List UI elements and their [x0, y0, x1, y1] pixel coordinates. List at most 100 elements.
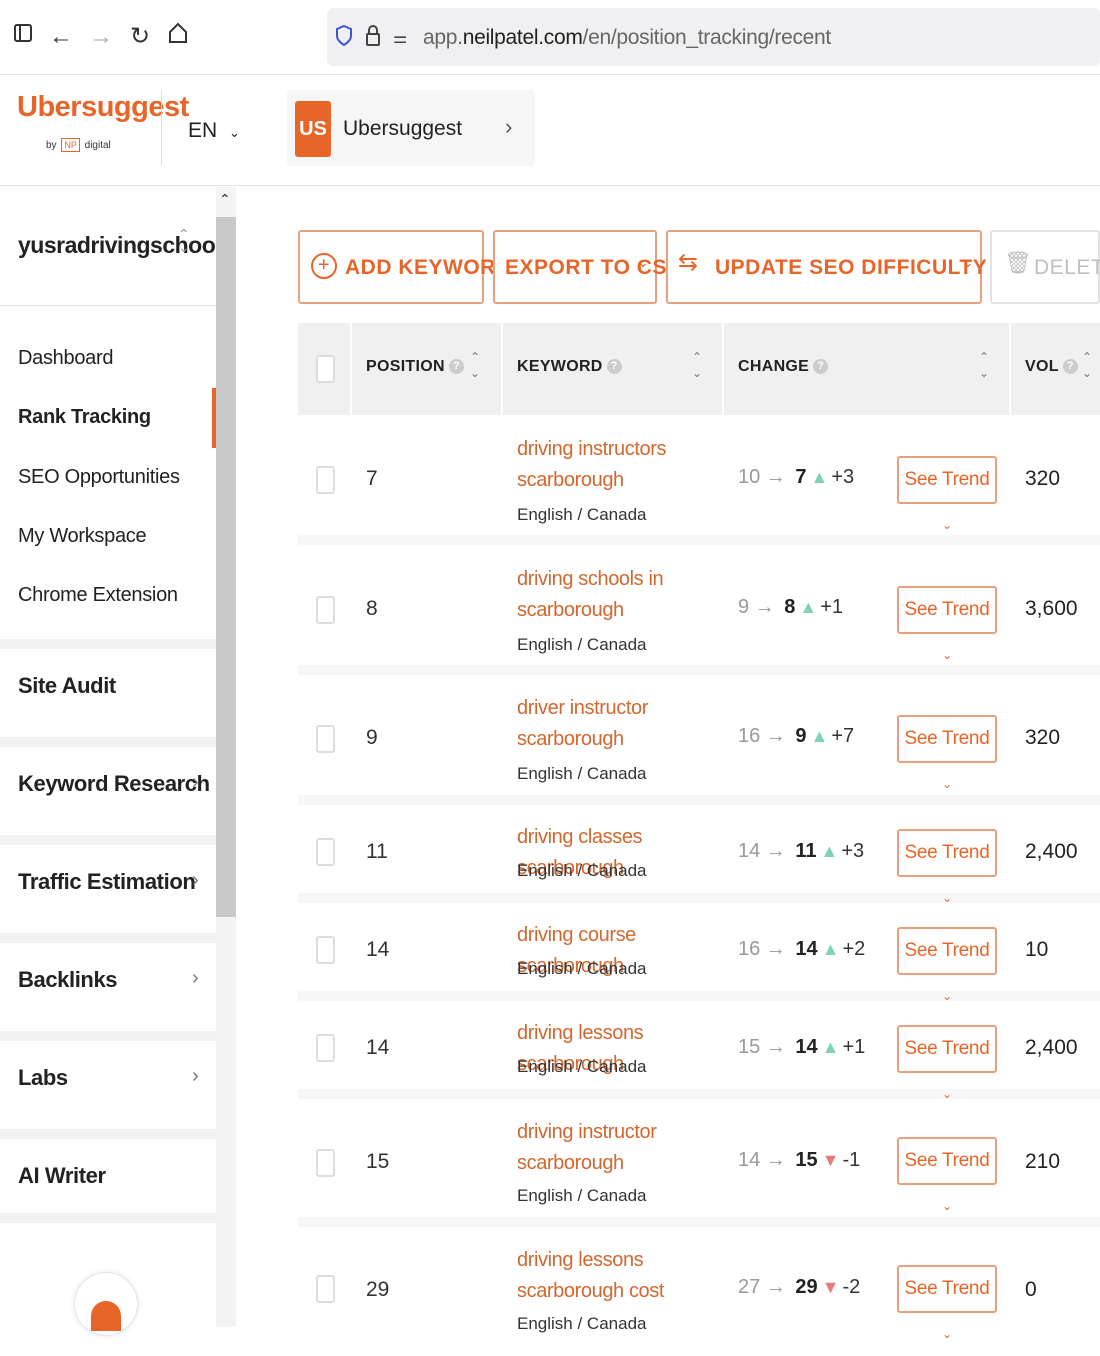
sidebar-section-site-audit[interactable]: Site Audit [0, 639, 216, 723]
sort-icon[interactable]: ⌃ ⌄ [470, 349, 480, 381]
rank-change: 10 → 7 ▲ +3 [738, 466, 855, 488]
see-trend-button[interactable]: See Trend ⌄ [897, 1137, 997, 1213]
keyword-link[interactable]: driver instructor scarborough [517, 693, 717, 755]
sort-icon[interactable]: ⌃ ⌄ [692, 349, 702, 381]
up-arrow-icon: ▲ [810, 726, 829, 746]
position-value: 14 [366, 1036, 390, 1059]
keyword-location: English / Canada [517, 959, 647, 978]
row-checkbox[interactable] [316, 1275, 335, 1303]
keyword-link[interactable]: driving schools in scarborough [517, 564, 717, 626]
row-checkbox[interactable] [316, 838, 335, 866]
sidebar-item-seo-opportunities[interactable]: SEO Opportunities [18, 466, 180, 489]
sidebar-item-dashboard[interactable]: Dashboard [18, 347, 113, 370]
sidebar-item-chrome-extension[interactable]: Chrome Extension [18, 584, 178, 607]
keyword-link[interactable]: driving lessons scarborough cost [517, 1245, 747, 1307]
forward-arrow-icon[interactable]: → [86, 22, 116, 52]
position-value: 14 [366, 938, 390, 961]
volume-value: 0 [1025, 1278, 1037, 1301]
sidebar-section-ai-writer[interactable]: AI Writer [0, 1129, 216, 1223]
scrollbar-thumb[interactable] [216, 217, 236, 917]
sidebar-section-backlinks[interactable]: Backlinks › [0, 933, 216, 1017]
help-icon[interactable]: ? [813, 359, 829, 375]
chevron-down-icon: ⌄ [637, 254, 650, 270]
site-settings-icon[interactable]: ⚌ [393, 28, 407, 48]
sidebar-section-keyword-research[interactable]: Keyword Research › [0, 737, 216, 821]
row-checkbox[interactable] [316, 936, 335, 964]
select-all-checkbox[interactable] [316, 355, 335, 383]
column-divider [722, 323, 724, 415]
table-row: 29 driving lessons scarborough cost Engl… [298, 1227, 1100, 1341]
keyword-location: English / Canada [517, 505, 647, 524]
keyword-location: English / Canada [517, 1314, 647, 1333]
see-trend-button[interactable]: See Trend ⌄ [897, 586, 997, 662]
volume-value: 10 [1025, 938, 1049, 961]
project-selector[interactable]: US Ubersuggest › [287, 90, 535, 166]
row-checkbox[interactable] [316, 1034, 335, 1062]
back-arrow-icon[interactable]: ← [46, 22, 76, 52]
sort-icon[interactable]: ⌃ ⌄ [979, 349, 989, 381]
chevron-down-icon: ⌄ [962, 254, 975, 270]
table-row: 15 driving instructor scarborough Englis… [298, 1099, 1100, 1227]
language-selector[interactable]: EN ⌄ [188, 119, 240, 143]
see-trend-button[interactable]: See Trend ⌄ [897, 456, 997, 532]
row-checkbox[interactable] [316, 466, 335, 494]
up-arrow-icon: ▲ [810, 467, 829, 487]
table-row: 14 driving lessons scarborough English /… [298, 1001, 1100, 1101]
sidebar-section-labs[interactable]: Labs › [0, 1031, 216, 1115]
home-icon[interactable] [163, 22, 193, 52]
sidebar-item-my-workspace[interactable]: My Workspace [18, 525, 147, 548]
row-checkbox[interactable] [316, 1149, 335, 1177]
url-text: app.neilpatel.com/en/position_tracking/r… [423, 26, 831, 49]
address-bar[interactable]: ⚌ app.neilpatel.com/en/position_tracking… [327, 8, 1100, 66]
browser-toolbar: ← → ↻ ⚌ app.neilpatel.com/en/position_tr… [0, 0, 1100, 75]
export-csv-button[interactable]: EXPORT TO CSV ⌄ [493, 230, 681, 304]
chevron-down-icon: ⌄ [942, 1327, 952, 1341]
see-trend-button[interactable]: See Trend ⌄ [897, 927, 997, 1003]
chevron-down-icon: ⌄ [942, 518, 952, 532]
chevron-down-icon: ⌄ [942, 1199, 952, 1213]
column-header-change[interactable]: CHANGE? [738, 358, 829, 376]
down-arrow-icon: ▼ [821, 1150, 840, 1170]
sidebar-toggle-icon[interactable] [8, 22, 38, 52]
column-header-position[interactable]: POSITION? [366, 358, 464, 376]
keyword-link[interactable]: driving instructor scarborough [517, 1117, 717, 1179]
scroll-up-icon[interactable]: ⌃ [219, 191, 231, 208]
reload-icon[interactable]: ↻ [125, 22, 155, 52]
help-button[interactable] [74, 1272, 138, 1336]
help-icon[interactable]: ? [448, 359, 464, 375]
np-digital-logo: by NP digital [46, 138, 111, 152]
domain-sort-icon[interactable]: ⌃ ⌄ [178, 227, 190, 254]
row-checkbox[interactable] [316, 596, 335, 624]
column-header-keyword[interactable]: KEYWORD? [517, 358, 622, 376]
see-trend-button[interactable]: See Trend ⌄ [897, 1025, 997, 1101]
chevron-right-icon: › [505, 114, 513, 139]
up-arrow-icon: ▲ [821, 1037, 840, 1057]
column-header-volume[interactable]: VOL? [1025, 358, 1078, 376]
sidebar-item-rank-tracking[interactable]: Rank Tracking [18, 406, 151, 429]
row-checkbox[interactable] [316, 725, 335, 753]
domain-selector[interactable]: yusradrivingschool. [18, 232, 228, 259]
sort-icon[interactable]: ⌃ ⌄ [1082, 349, 1092, 381]
sidebar-section-traffic-estimation[interactable]: Traffic Estimation › [0, 835, 216, 919]
section-label: Labs [18, 1065, 68, 1090]
trash-icon: 🗑 [1004, 250, 1033, 275]
column-divider [501, 323, 503, 415]
chevron-down-icon: ⌄ [942, 777, 952, 791]
volume-value: 2,400 [1025, 1036, 1078, 1059]
help-icon[interactable]: ? [1062, 359, 1078, 375]
chevron-down-icon: ⌄ [942, 648, 952, 662]
delete-button[interactable]: 🗑 DELETE [990, 230, 1100, 304]
position-value: 11 [366, 840, 388, 863]
see-trend-button[interactable]: See Trend ⌄ [897, 715, 997, 791]
keyword-location: English / Canada [517, 1057, 647, 1076]
help-icon[interactable]: ? [606, 359, 622, 375]
keyword-location: English / Canada [517, 861, 647, 880]
see-trend-button[interactable]: See Trend ⌄ [897, 829, 997, 905]
table-row: 8 driving schools in scarborough English… [298, 545, 1100, 675]
update-seo-difficulty-button[interactable]: ⇆ UPDATE SEO DIFFICULTY (0/10) ⌄ [666, 230, 1051, 304]
ubersuggest-logo[interactable]: Ubersuggest [17, 91, 189, 124]
rank-change: 27 → 29 ▼ -2 [738, 1276, 861, 1298]
add-keywords-button[interactable]: + ADD KEYWORDS [298, 230, 526, 304]
keyword-link[interactable]: driving instructors scarborough [517, 434, 717, 496]
see-trend-button[interactable]: See Trend ⌄ [897, 1265, 997, 1341]
